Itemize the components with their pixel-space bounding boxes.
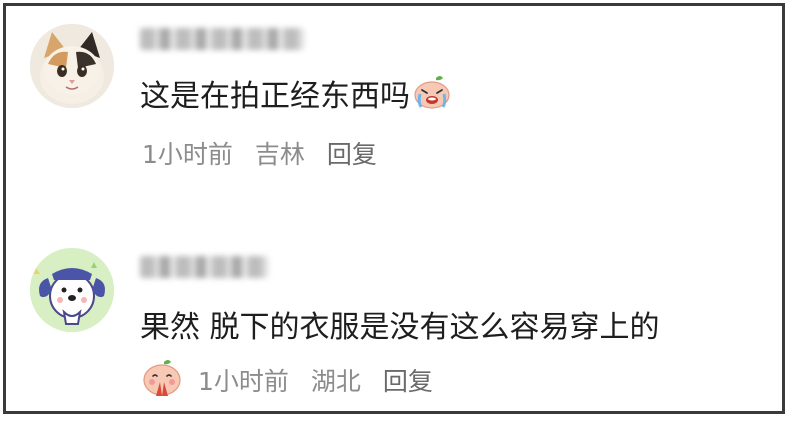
timestamp: 1小时前 (142, 140, 233, 169)
location: 吉林 (254, 140, 305, 169)
reply-button[interactable]: 回复 (383, 367, 433, 396)
reply-button[interactable]: 回复 (327, 140, 377, 169)
crying-face-emoji-icon (412, 74, 452, 121)
kitten-avatar-icon[interactable] (30, 24, 114, 108)
username-blurred[interactable] (140, 28, 304, 50)
praying-face-emoji-icon (140, 358, 184, 407)
location: 湖北 (310, 366, 361, 396)
comment-text-content: 这是在拍正经东西吗 (140, 79, 410, 114)
comment-text: 这是在拍正经东西吗 (140, 74, 452, 121)
username-blurred[interactable] (140, 256, 268, 278)
comment-panel: 这是在拍正经东西吗 1小时前 吉林 回复 果然 脱下的衣服是没有这么容易穿上的 … (3, 3, 785, 414)
comment-meta: 1小时前 吉林 回复 (142, 138, 391, 172)
comment-text: 果然 脱下的衣服是没有这么容易穿上的 (140, 310, 660, 345)
comment-meta: 1小时前 湖北 回复 (140, 358, 447, 407)
timestamp: 1小时前 (198, 366, 289, 396)
cartoon-dog-avatar-icon[interactable] (30, 248, 114, 332)
